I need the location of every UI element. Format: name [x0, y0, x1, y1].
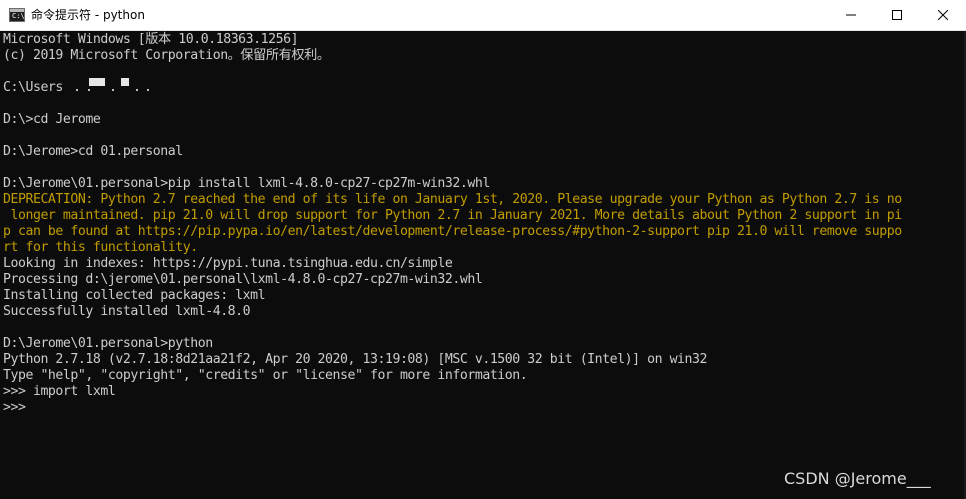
console-line: >>> — [3, 400, 26, 415]
redacted-block — [121, 78, 129, 86]
minimize-icon — [846, 14, 856, 16]
console-line: longer maintained. pip 21.0 will drop su… — [3, 208, 902, 223]
console-line: D:\Jerome>cd 01.personal — [3, 144, 183, 159]
console-line: Processing d:\jerome\01.personal\lxml-4.… — [3, 272, 483, 287]
close-button[interactable] — [920, 0, 966, 30]
console-line: p can be found at https://pip.pypa.io/en… — [3, 224, 902, 239]
redacted-block — [89, 78, 105, 86]
redacted-dot — [136, 89, 138, 91]
console-output[interactable]: Microsoft Windows [版本 10.0.18363.1256] (c… — [0, 31, 966, 499]
console-line: C:\Users — [3, 80, 63, 95]
console-line: Successfully installed lxml-4.8.0 — [3, 304, 251, 319]
redacted-dot — [147, 89, 149, 91]
console-line: D:\Jerome\01.personal>pip install lxml-4… — [3, 176, 490, 191]
redacted-dot — [88, 89, 90, 91]
console-line: Type "help", "copyright", "credits" or "… — [3, 368, 528, 383]
console-line: DEPRECATION: Python 2.7 reached the end … — [3, 192, 902, 207]
title-bar[interactable]: C:\ 命令提示符 - python — [0, 0, 966, 31]
console-icon-glyph: C:\ — [12, 12, 25, 20]
maximize-button[interactable] — [874, 0, 920, 30]
close-icon — [938, 10, 948, 20]
redacted-dot — [76, 89, 78, 91]
minimize-button[interactable] — [828, 0, 874, 30]
redacted-dot — [112, 89, 114, 91]
console-line: rt for this functionality. — [3, 240, 198, 255]
maximize-icon — [892, 10, 902, 20]
console-line: Microsoft Windows [版本 10.0.18363.1256] — [3, 32, 299, 47]
window-title: 命令提示符 - python — [31, 8, 145, 22]
watermark: CSDN @Jerome___ — [784, 469, 931, 488]
console-line: D:\>cd Jerome — [3, 112, 101, 127]
console-line: D:\Jerome\01.personal>python — [3, 336, 213, 351]
console-line: Looking in indexes: https://pypi.tuna.ts… — [3, 256, 453, 271]
console-line: >>> import lxml — [3, 384, 116, 399]
console-line: (c) 2019 Microsoft Corporation。保留所有权利。 — [3, 48, 330, 63]
command-prompt-window: C:\ 命令提示符 - python Microsoft Windows [版本… — [0, 0, 966, 499]
console-icon[interactable]: C:\ — [9, 8, 25, 22]
console-line: Python 2.7.18 (v2.7.18:8d21aa21f2, Apr 2… — [3, 352, 708, 367]
console-line: Installing collected packages: lxml — [3, 288, 266, 303]
